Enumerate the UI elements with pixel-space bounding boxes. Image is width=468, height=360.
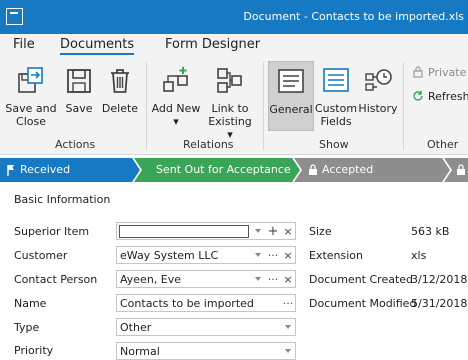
history-label: History (358, 102, 398, 115)
superior-item-input[interactable] (119, 225, 249, 238)
history-icon (365, 69, 392, 91)
stage-accepted-label: Accepted (322, 163, 374, 176)
link-to-existing-button[interactable]: Link to Existing ▾ (204, 58, 256, 141)
contact-person-field[interactable]: Ayeen, Eve ··· × (116, 270, 296, 288)
history-button[interactable]: History (358, 58, 398, 132)
close-icon[interactable]: × (282, 272, 294, 287)
more-icon[interactable]: ··· (282, 296, 294, 311)
private-label: Private (428, 66, 467, 79)
save-label: Save (65, 102, 93, 115)
type-label: Type (14, 321, 40, 334)
add-new-button[interactable]: Add New ▾ (150, 58, 202, 132)
document-modified-value: 5/31/2018 9: (411, 297, 468, 310)
superior-item-field[interactable]: + × (116, 222, 296, 240)
general-label: General (269, 103, 313, 116)
link-relation-icon (217, 68, 242, 93)
link-to-existing-label: Link to Existing ▾ (208, 102, 252, 141)
type-select[interactable]: Other (116, 318, 296, 336)
menu-bar: File Documents Form Designer (0, 34, 468, 58)
section-title: Basic Information (14, 193, 111, 206)
superior-item-label: Superior Item (14, 225, 90, 238)
refresh-button[interactable]: Refresh (412, 90, 468, 103)
custom-fields-icon (323, 68, 349, 92)
size-label: Size (309, 225, 332, 238)
refresh-label: Refresh (428, 90, 468, 103)
app-icon[interactable] (6, 8, 23, 25)
trash-icon (111, 69, 129, 93)
document-created-value: 3/12/2018 9: (411, 273, 468, 286)
customer-label: Customer (14, 249, 68, 262)
contact-person-value: Ayeen, Eve (120, 273, 182, 286)
group-separator (146, 62, 147, 150)
lock-icon (457, 164, 465, 175)
ribbon: Save and Close Save Delete Actions Add N… (0, 58, 468, 155)
customer-field[interactable]: eWay System LLC ··· × (116, 246, 296, 264)
title-bar: Document - Contacts to be imported.xls (0, 0, 468, 34)
window-title: Document - Contacts to be imported.xls (243, 10, 464, 23)
add-new-text: Add New (151, 102, 201, 115)
group-label-other: Other (427, 138, 459, 151)
refresh-icon (413, 91, 423, 101)
name-value: Contacts to be imported (120, 297, 254, 310)
chevron-down-icon[interactable] (255, 229, 261, 233)
custom-fields-button[interactable]: Custom Fields (314, 58, 358, 132)
group-label-actions: Actions (55, 138, 96, 151)
floppy-disk-icon (67, 69, 91, 93)
name-field[interactable]: Contacts to be imported ··· (116, 294, 296, 312)
more-icon[interactable]: ··· (267, 248, 279, 263)
chevron-down-icon[interactable] (255, 253, 261, 257)
close-icon[interactable]: × (282, 224, 294, 239)
tab-documents[interactable]: Documents (60, 37, 135, 55)
extension-label: Extension (309, 249, 364, 262)
save-button[interactable]: Save (60, 58, 98, 132)
customer-value: eWay System LLC (120, 249, 219, 262)
group-label-relations: Relations (183, 138, 234, 151)
chevron-down-icon[interactable] (255, 277, 261, 281)
name-label: Name (14, 297, 47, 310)
document-created-label: Document Created (309, 273, 414, 286)
chevron-down-icon[interactable] (285, 349, 291, 353)
lock-icon (413, 66, 423, 78)
stage-received-label: Received (20, 163, 71, 176)
delete-button[interactable]: Delete (100, 58, 140, 132)
add-relation-icon (163, 67, 188, 92)
save-and-close-button[interactable]: Save and Close (4, 58, 58, 132)
tab-form-designer[interactable]: Form Designer (165, 37, 260, 52)
general-button[interactable]: General (268, 61, 314, 131)
save-and-close-label: Save and Close (5, 102, 57, 128)
group-separator (403, 62, 404, 150)
close-icon[interactable]: × (282, 248, 294, 263)
stage-sent-out[interactable]: Sent Out for Acceptance (134, 158, 300, 182)
extension-value: xls (411, 249, 427, 262)
stage-sent-out-label: Sent Out for Acceptance (156, 163, 291, 176)
type-value: Other (120, 321, 152, 334)
custom-fields-label: Custom Fields (314, 102, 358, 128)
add-icon[interactable]: + (267, 224, 279, 239)
priority-select[interactable]: Normal (116, 342, 296, 360)
form-general-icon (278, 69, 304, 93)
save-close-icon (18, 67, 43, 93)
workflow-status-strip: Received Sent Out for Acceptance Accepte… (0, 158, 468, 182)
contact-person-label: Contact Person (14, 273, 98, 286)
stage-received[interactable]: Received (0, 158, 140, 182)
tab-file[interactable]: File (13, 37, 35, 52)
group-label-show: Show (319, 138, 349, 151)
priority-value: Normal (120, 345, 160, 358)
more-icon[interactable]: ··· (267, 272, 279, 287)
link-to-existing-text: Link to Existing (208, 102, 252, 128)
flag-icon (7, 165, 14, 176)
lock-icon (309, 164, 317, 175)
chevron-down-icon[interactable] (285, 325, 291, 329)
document-modified-label: Document Modified (309, 297, 417, 310)
group-separator (263, 62, 264, 150)
delete-label: Delete (101, 102, 139, 115)
add-new-label: Add New ▾ (151, 102, 201, 128)
stage-accepted[interactable]: Accepted (294, 158, 450, 182)
private-button[interactable]: Private (412, 66, 466, 79)
size-value: 563 kB (411, 225, 450, 238)
